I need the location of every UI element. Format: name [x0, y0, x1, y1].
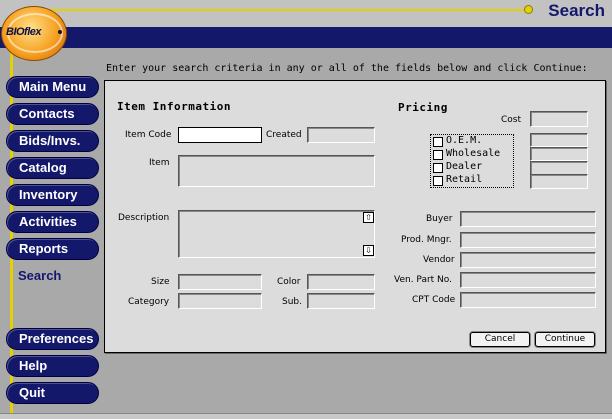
logo-text: BIOflex: [6, 26, 42, 38]
logo-registered-mark: [58, 30, 62, 34]
nav-reports-button[interactable]: Reports: [6, 238, 99, 260]
dealer-label: Dealer: [446, 161, 483, 172]
created-input[interactable]: [307, 127, 375, 143]
title-bar: [0, 0, 612, 27]
scroll-up-arrow-icon[interactable]: ⇧: [363, 212, 374, 223]
created-label: Created: [266, 130, 302, 140]
ven-part-no-input[interactable]: [460, 272, 596, 288]
description-textarea[interactable]: [178, 210, 375, 258]
cancel-button[interactable]: Cancel: [470, 332, 530, 347]
wholesale-checkbox[interactable]: [433, 150, 443, 160]
nav-inventory-button[interactable]: Inventory: [6, 184, 99, 206]
nav-contacts-button[interactable]: Contacts: [6, 103, 99, 125]
color-input[interactable]: [307, 274, 375, 290]
item-code-label: Item Code: [125, 130, 172, 140]
retail-checkbox[interactable]: [433, 176, 443, 186]
nav-preferences-button[interactable]: Preferences: [6, 328, 99, 350]
nav-main-menu-button[interactable]: Main Menu: [6, 76, 99, 98]
nav-help-button[interactable]: Help: [6, 355, 99, 377]
header-accent-line: [28, 9, 528, 11]
bottom-scroll-strip: [0, 413, 612, 419]
buyer-input[interactable]: [460, 211, 596, 227]
buyer-label: Buyer: [426, 214, 453, 224]
header-accent-dot: [524, 5, 533, 14]
pricing-heading: Pricing: [398, 101, 448, 114]
scroll-down-arrow-icon[interactable]: ⇩: [363, 245, 374, 256]
continue-button[interactable]: Continue: [535, 332, 595, 347]
cost-input[interactable]: [530, 111, 588, 127]
oem-price-input[interactable]: [530, 133, 588, 147]
item-input[interactable]: [178, 155, 375, 187]
ven-part-no-label: Ven. Part No.: [394, 275, 452, 285]
retail-label: Retail: [446, 174, 483, 185]
nav-bids-invs-button[interactable]: Bids/Invs.: [6, 130, 99, 152]
retail-price-input[interactable]: [530, 174, 588, 189]
nav-activities-button[interactable]: Activities: [6, 211, 99, 233]
vendor-label: Vendor: [423, 255, 455, 265]
nav-quit-button[interactable]: Quit: [6, 382, 99, 404]
dealer-price-input[interactable]: [530, 161, 588, 175]
size-input[interactable]: [178, 274, 262, 290]
cpt-code-label: CPT Code: [412, 295, 456, 305]
instruction-text: Enter your search criteria in any or all…: [106, 63, 588, 74]
cpt-code-input[interactable]: [460, 292, 596, 308]
oem-checkbox[interactable]: [433, 137, 443, 147]
page-title: Search: [548, 1, 605, 20]
nav-search-current: Search: [18, 268, 62, 283]
oem-label: O.E.M.: [446, 135, 483, 146]
nav-catalog-button[interactable]: Catalog: [6, 157, 99, 179]
cost-label: Cost: [501, 115, 522, 125]
header-band: [0, 27, 612, 48]
size-label: Size: [151, 277, 170, 287]
sub-label: Sub.: [282, 297, 302, 307]
sub-input[interactable]: [307, 293, 375, 309]
category-input[interactable]: [178, 293, 262, 309]
wholesale-label: Wholesale: [446, 148, 501, 159]
item-information-heading: Item Information: [117, 100, 231, 113]
dealer-checkbox[interactable]: [433, 163, 443, 173]
category-label: Category: [128, 297, 170, 307]
item-label: Item: [149, 158, 170, 168]
vendor-input[interactable]: [460, 252, 596, 268]
item-code-input[interactable]: [178, 127, 262, 143]
description-label: Description: [118, 213, 170, 223]
wholesale-price-input[interactable]: [530, 147, 588, 161]
prod-mngr-input[interactable]: [460, 232, 596, 248]
color-label: Color: [277, 277, 301, 287]
prod-mngr-label: Prod. Mngr.: [401, 235, 452, 245]
